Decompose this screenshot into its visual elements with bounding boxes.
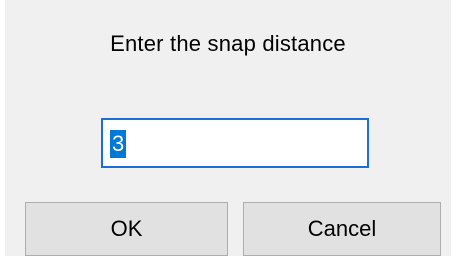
cancel-button[interactable]: Cancel <box>243 202 441 256</box>
prompt-label: Enter the snap distance <box>110 31 346 56</box>
snap-distance-input[interactable]: 3 <box>101 118 369 168</box>
snap-distance-dialog: Enter the snap distance 3 OK Cancel <box>5 0 451 256</box>
selected-input-text: 3 <box>110 130 127 158</box>
ok-button[interactable]: OK <box>25 202 228 256</box>
